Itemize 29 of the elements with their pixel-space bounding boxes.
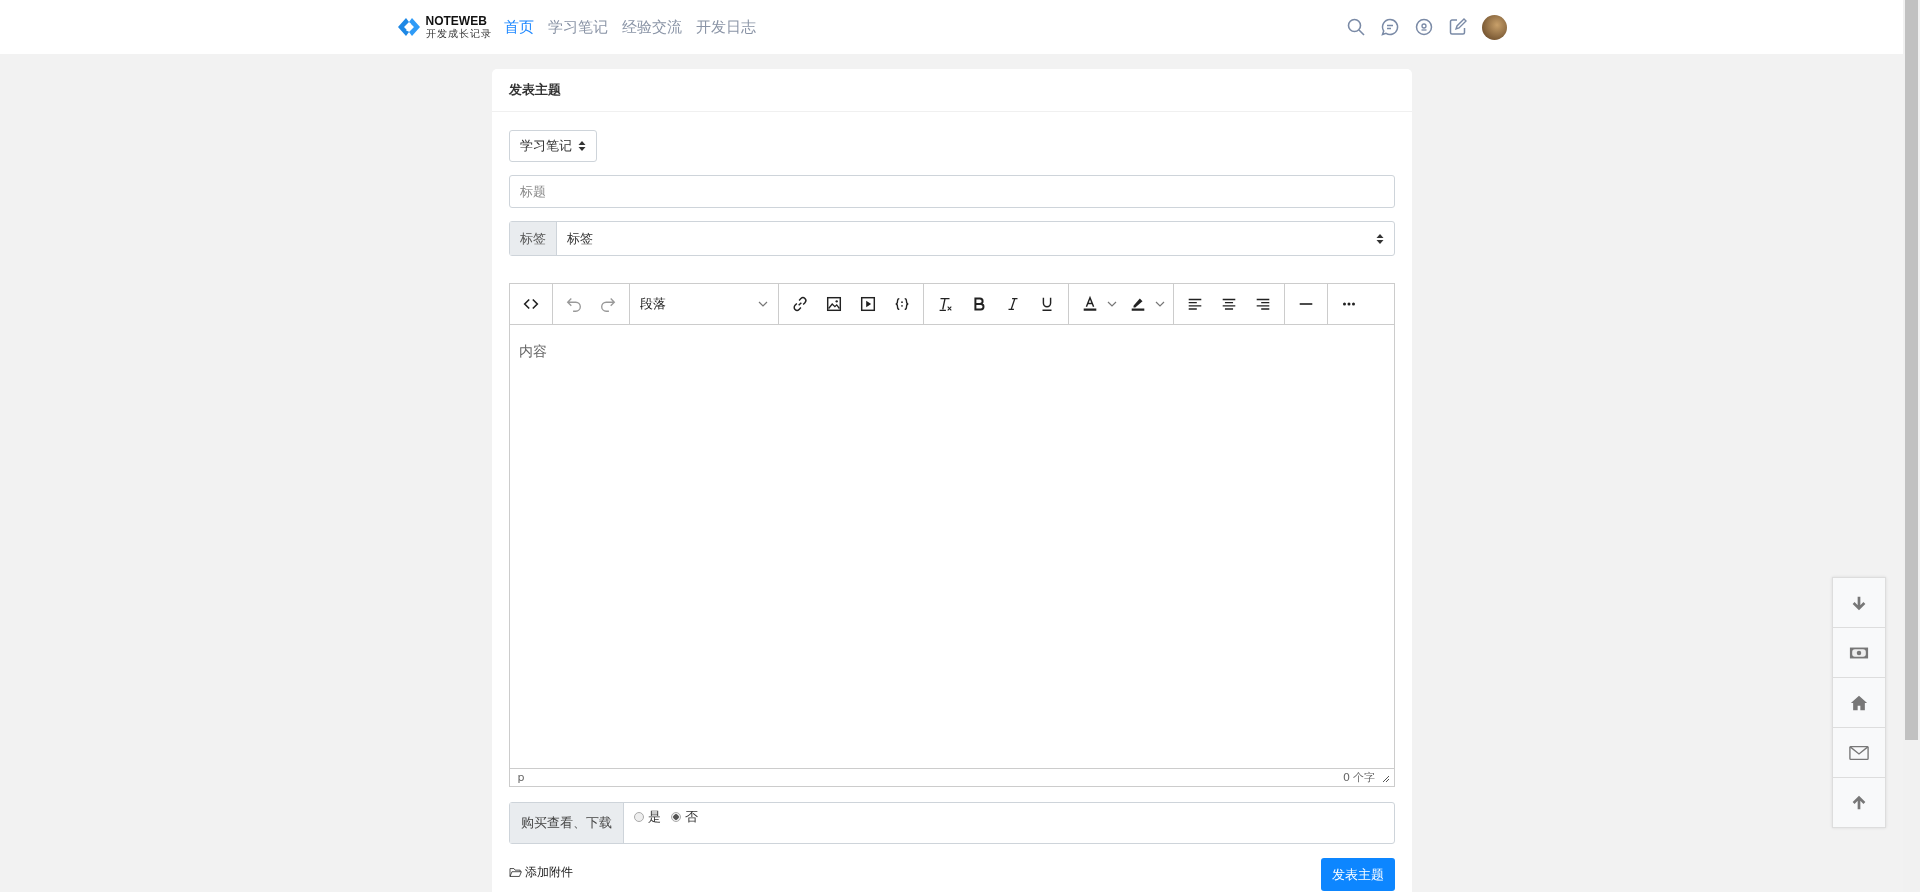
radio-label[interactable]: 否 [684,808,698,826]
home-icon [1849,693,1869,712]
submit-button[interactable]: 发表主题 [1320,858,1395,891]
avatar[interactable] [1481,14,1507,40]
user-circle-icon[interactable] [1413,17,1434,37]
search-icon[interactable] [1345,17,1366,37]
content-editor[interactable]: 内容 [509,325,1394,768]
folder-icon[interactable] [508,867,522,878]
sort-caret-icon [577,140,586,152]
edit-icon[interactable] [1447,17,1468,37]
title-input[interactable]: 标题 [508,175,1395,208]
block-format-dropdown[interactable]: 段落 [633,295,774,313]
chat-bubble-icon[interactable] [1379,17,1400,37]
logo-name: NOTEWEB [425,14,488,28]
category-select[interactable]: 学习笔记 [508,130,597,162]
chevron-down-icon[interactable] [1154,301,1165,307]
logo-tagline: 开发成长记录 [425,28,492,40]
purchase-label: 购买查看、下载 [509,803,624,843]
word-count: 0 个字 [1343,770,1376,785]
chevron-down-icon[interactable] [1106,301,1117,307]
radio-button[interactable] [633,812,644,822]
add-attachment-link[interactable]: 添加附件 [524,864,573,881]
envelope-icon [1849,743,1869,762]
radio-button[interactable] [670,812,681,822]
chevron-down-icon [757,301,768,307]
element-path[interactable]: p [517,771,525,784]
nav-link[interactable]: 首页 [503,17,534,37]
radio-label[interactable]: 是 [647,808,661,826]
card-title: 发表主题 [491,69,1412,112]
